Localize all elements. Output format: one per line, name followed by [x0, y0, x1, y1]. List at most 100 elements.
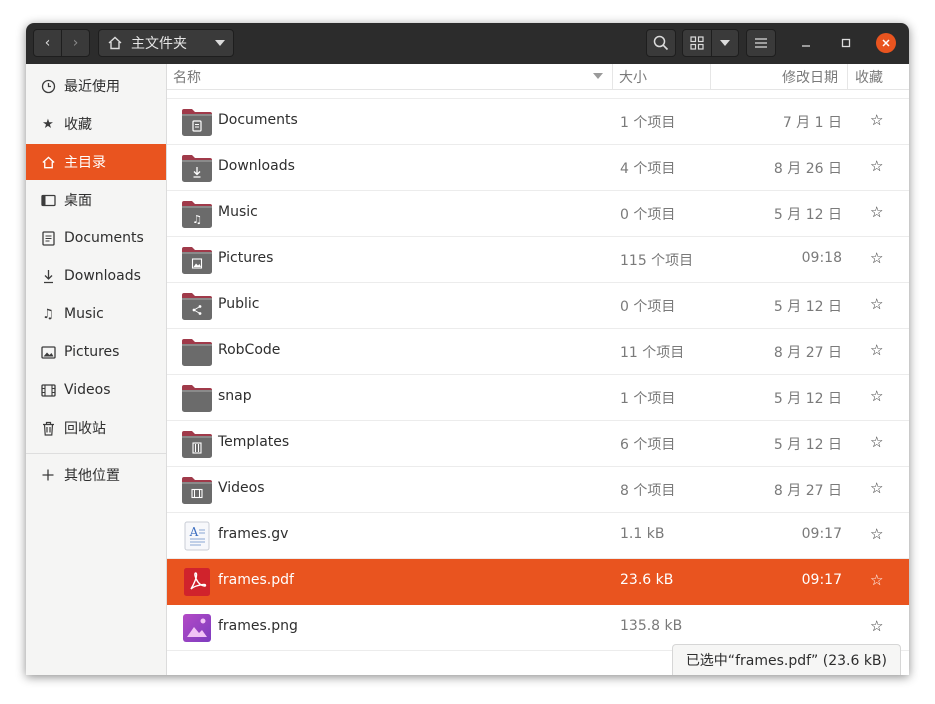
file-row[interactable]: Public 0 个项目 5 月 12 日 ☆: [167, 283, 909, 329]
star-outline-icon[interactable]: ☆: [870, 249, 883, 267]
file-size: 1 个项目: [620, 391, 676, 407]
file-row[interactable]: snap 1 个项目 5 月 12 日 ☆: [167, 375, 909, 421]
column-separator: [710, 64, 711, 89]
file-name: frames.gv: [218, 526, 289, 542]
sidebar-item-label: 回收站: [64, 421, 106, 437]
column-separator: [847, 64, 848, 89]
star-outline-icon[interactable]: ☆: [870, 157, 883, 175]
sidebar-item-videos[interactable]: Videos: [26, 372, 166, 408]
sidebar-item-label: 主目录: [64, 155, 106, 171]
column-name[interactable]: 名称: [173, 67, 201, 87]
file-size: 23.6 kB: [620, 572, 674, 588]
desktop-icon: [39, 194, 57, 207]
file-modified: 7 月 1 日: [782, 115, 842, 131]
file-row[interactable]: RobCode 11 个项目 8 月 27 日 ☆: [167, 329, 909, 375]
chevron-down-icon: [215, 40, 225, 46]
folder-public-icon: [181, 291, 213, 321]
sidebar-item-label: Documents: [64, 230, 144, 246]
sidebar-item-label: Videos: [64, 382, 111, 398]
grid-view-button[interactable]: [682, 29, 712, 57]
star-outline-icon[interactable]: ☆: [870, 341, 883, 359]
sidebar-item-documents[interactable]: Documents: [26, 220, 166, 256]
grid-icon: [690, 36, 704, 50]
sidebar-item-downloads[interactable]: Downloads: [26, 258, 166, 294]
file-row[interactable]: Documents 1 个项目 7 月 1 日 ☆: [167, 99, 909, 145]
clock-icon: [39, 79, 57, 94]
column-modified[interactable]: 修改日期: [782, 67, 838, 87]
star-outline-icon[interactable]: ☆: [870, 617, 883, 635]
path-bar-home[interactable]: 主文件夹: [98, 29, 234, 57]
file-name: Public: [218, 296, 260, 312]
close-button[interactable]: [876, 33, 896, 53]
column-separator: [612, 64, 613, 89]
file-name: Downloads: [218, 158, 295, 174]
star-outline-icon[interactable]: ☆: [870, 479, 883, 497]
sidebar-item-music[interactable]: ♫ Music: [26, 296, 166, 332]
star-outline-icon[interactable]: ☆: [870, 433, 883, 451]
file-row[interactable]: Templates 6 个项目 5 月 12 日 ☆: [167, 421, 909, 467]
sidebar-item-trash[interactable]: 回收站: [26, 410, 166, 446]
file-size: 1 个项目: [620, 115, 676, 131]
file-size: 6 个项目: [620, 437, 676, 453]
file-row[interactable]: Aframes.gv 1.1 kB 09:17 ☆: [167, 513, 909, 559]
file-modified: 5 月 12 日: [773, 299, 842, 315]
star-outline-icon[interactable]: ☆: [870, 111, 883, 129]
sidebar-item-label: Downloads: [64, 268, 141, 284]
file-row[interactable]: Pictures 115 个项目 09:18 ☆: [167, 237, 909, 283]
music-icon: ♫: [42, 306, 54, 322]
chevron-left-icon: ‹: [44, 35, 51, 51]
sidebar-item-desktop[interactable]: 桌面: [26, 182, 166, 218]
back-button[interactable]: ‹: [33, 29, 62, 57]
close-icon: [882, 39, 890, 47]
star-outline-icon[interactable]: ☆: [870, 387, 883, 405]
file-row[interactable]: Videos 8 个项目 8 月 27 日 ☆: [167, 467, 909, 513]
file-name: snap: [218, 388, 252, 404]
sidebar-item-label: 其他位置: [64, 468, 120, 484]
file-size: 0 个项目: [620, 207, 676, 223]
file-size: 115 个项目: [620, 253, 694, 269]
file-row[interactable]: Downloads 4 个项目 8 月 26 日 ☆: [167, 145, 909, 191]
pdf-file-icon: [181, 567, 213, 597]
minimize-button[interactable]: [796, 33, 816, 53]
file-modified: 8 月 26 日: [773, 161, 842, 177]
sidebar-item-starred[interactable]: ★ 收藏: [26, 106, 166, 142]
star-icon: ★: [42, 116, 54, 132]
star-outline-icon[interactable]: ☆: [870, 525, 883, 543]
menu-button[interactable]: [746, 29, 776, 57]
sidebar-item-pictures[interactable]: Pictures: [26, 334, 166, 370]
file-name: frames.png: [218, 618, 298, 634]
search-button[interactable]: [646, 29, 676, 57]
file-name: Documents: [218, 112, 298, 128]
star-outline-icon[interactable]: ☆: [870, 295, 883, 313]
sidebar-item-other-locations[interactable]: 其他位置: [26, 457, 166, 493]
hamburger-icon: [755, 38, 767, 48]
video-icon: [39, 383, 57, 397]
svg-text:♫: ♫: [192, 213, 202, 226]
maximize-button[interactable]: [836, 33, 856, 53]
view-options-button[interactable]: [711, 29, 739, 57]
star-outline-icon[interactable]: ☆: [870, 203, 883, 221]
file-size: 135.8 kB: [620, 618, 683, 634]
file-row[interactable]: ♫ Music 0 个项目 5 月 12 日 ☆: [167, 191, 909, 237]
file-modified: 09:18: [801, 250, 842, 266]
folder-videos-icon: [181, 475, 213, 505]
sidebar-item-label: 桌面: [64, 193, 92, 209]
forward-button[interactable]: ›: [61, 29, 90, 57]
star-outline-icon[interactable]: ☆: [870, 571, 883, 589]
sidebar-item-label: 最近使用: [64, 79, 120, 95]
document-icon: [39, 230, 57, 246]
file-name: Pictures: [218, 250, 274, 266]
sidebar: 最近使用 ★ 收藏 主目录 桌面 Documents Downloads ♫ M…: [26, 64, 167, 675]
sidebar-item-recent[interactable]: 最近使用: [26, 68, 166, 104]
column-starred[interactable]: 收藏: [855, 67, 883, 87]
file-modified: 09:17: [801, 526, 842, 542]
file-manager-window: ‹ › 主文件夹 最近使用 ★ 收藏 主目录 桌面 Documents Down…: [26, 23, 909, 675]
file-modified: 5 月 12 日: [773, 437, 842, 453]
column-size[interactable]: 大小: [619, 67, 647, 87]
sort-down-icon: [593, 73, 603, 79]
sidebar-item-label: Pictures: [64, 344, 120, 360]
file-row[interactable]: frames.pdf 23.6 kB 09:17 ☆: [167, 559, 909, 605]
home-icon: [108, 36, 122, 50]
sidebar-item-home[interactable]: 主目录: [26, 144, 166, 180]
sidebar-item-label: Music: [64, 306, 104, 322]
